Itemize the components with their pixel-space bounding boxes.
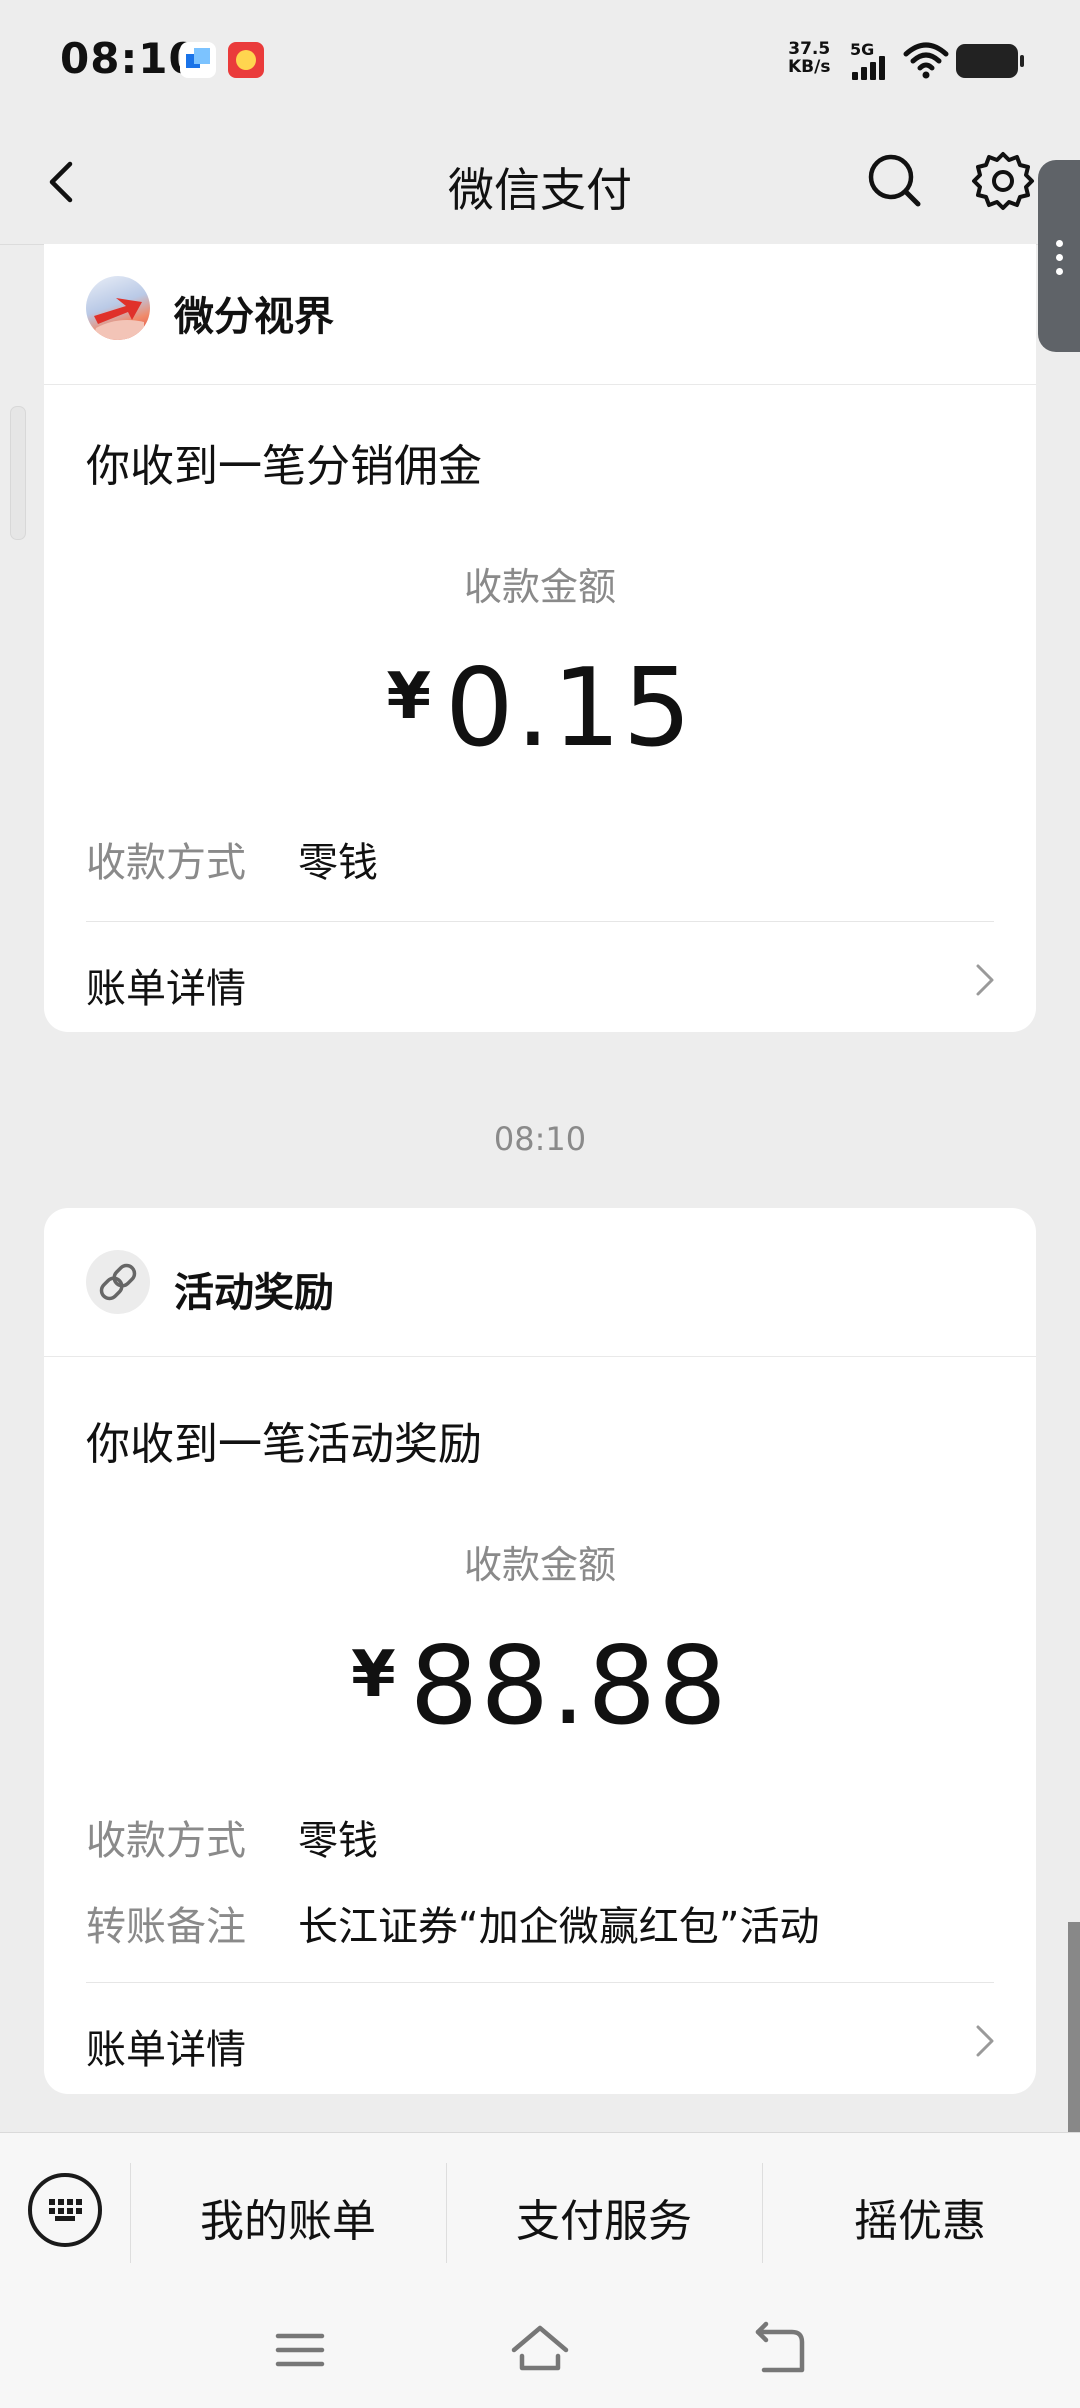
- merchant-name: 微分视界: [174, 294, 334, 340]
- home-icon[interactable]: [504, 2314, 576, 2386]
- transfer-remark-row: 转账备注 长江证券“加企微赢红包”活动: [86, 1894, 819, 1952]
- currency-symbol: ¥: [351, 1638, 396, 1712]
- payment-method-value: 零钱: [298, 840, 378, 886]
- bottom-menu: 我的账单 支付服务 摇优惠: [0, 2132, 1080, 2293]
- scrollbar[interactable]: [1068, 1922, 1080, 2134]
- status-bar: 08:10 37.5 KB/s 5G: [0, 0, 1080, 120]
- amount-label: 收款金额: [463, 1543, 616, 1587]
- amount-row: ¥0.15: [44, 654, 1036, 764]
- app-notification-icon: [180, 42, 216, 78]
- amount-value: 88.88: [409, 1624, 729, 1749]
- currency-symbol: ¥: [386, 660, 432, 734]
- amount-label: 收款金额: [463, 565, 616, 609]
- card-header[interactable]: 活动奖励: [44, 1208, 1036, 1357]
- keyboard-toggle-button[interactable]: [28, 2173, 102, 2247]
- transfer-remark-label: 转账备注: [86, 1904, 246, 1950]
- amount-row: ¥88.88: [44, 1632, 1036, 1742]
- game-notification-icon: [228, 42, 264, 78]
- payment-message-card: 活动奖励 你收到一笔活动奖励 收款金额 ¥88.88 收款方式 零钱 转账备注 长江…: [44, 1208, 1036, 2094]
- menu-item-payment-services[interactable]: 支付服务: [446, 2185, 762, 2249]
- system-navigation-bar: [0, 2292, 1080, 2408]
- merchant-name: 活动奖励: [174, 1270, 334, 1316]
- battery-icon: [956, 44, 1024, 78]
- menu-item-shake-deals[interactable]: 摇优惠: [762, 2185, 1078, 2249]
- notice-title: 你收到一笔分销佣金: [86, 441, 482, 492]
- payment-method-value: 零钱: [298, 1818, 378, 1864]
- nav-bar: 微信支付: [0, 120, 1080, 245]
- payment-message-card: 微分视界 你收到一笔分销佣金 收款金额 ¥0.15 收款方式 零钱 账单详情: [44, 244, 1036, 1032]
- edge-handle[interactable]: [10, 406, 26, 540]
- transfer-remark-value: 长江证券“加企微赢红包”活动: [298, 1904, 820, 1950]
- link-icon: [86, 1250, 150, 1314]
- wechat-pay-screen: 08:10 37.5 KB/s 5G 微信支付 微分视界 你收到一笔分销佣金 收…: [0, 0, 1080, 2408]
- chevron-right-icon: [976, 2025, 994, 2057]
- floating-side-tab[interactable]: [1038, 160, 1080, 352]
- payment-method-label: 收款方式: [86, 1818, 246, 1864]
- menu-item-my-bills[interactable]: 我的账单: [130, 2185, 446, 2249]
- signal-icon: [852, 56, 892, 80]
- search-button[interactable]: [862, 148, 928, 214]
- payment-method-label: 收款方式: [86, 840, 246, 886]
- payment-method-row: 收款方式 零钱: [86, 830, 378, 888]
- back-nav-icon[interactable]: [744, 2314, 816, 2386]
- payment-method-row: 收款方式 零钱: [86, 1808, 378, 1866]
- merchant-logo: [86, 276, 150, 340]
- message-timestamp: 08:10: [493, 1120, 587, 1158]
- card-header[interactable]: 微分视界: [44, 244, 1036, 385]
- menu-icon[interactable]: [264, 2314, 336, 2386]
- bill-details-link[interactable]: 账单详情: [44, 1983, 1036, 2093]
- bill-details-label: 账单详情: [86, 2027, 246, 2073]
- bill-details-label: 账单详情: [86, 966, 246, 1012]
- settings-button[interactable]: [970, 148, 1036, 214]
- wifi-icon: [903, 42, 949, 79]
- status-time: 08:10: [60, 34, 199, 83]
- amount-value: 0.15: [445, 646, 694, 771]
- chevron-right-icon: [976, 964, 994, 996]
- bill-details-link[interactable]: 账单详情: [44, 922, 1036, 1032]
- notice-title: 你收到一笔活动奖励: [86, 1419, 482, 1470]
- keyboard-icon: [49, 2199, 82, 2221]
- network-speed: 37.5 KB/s: [788, 39, 831, 77]
